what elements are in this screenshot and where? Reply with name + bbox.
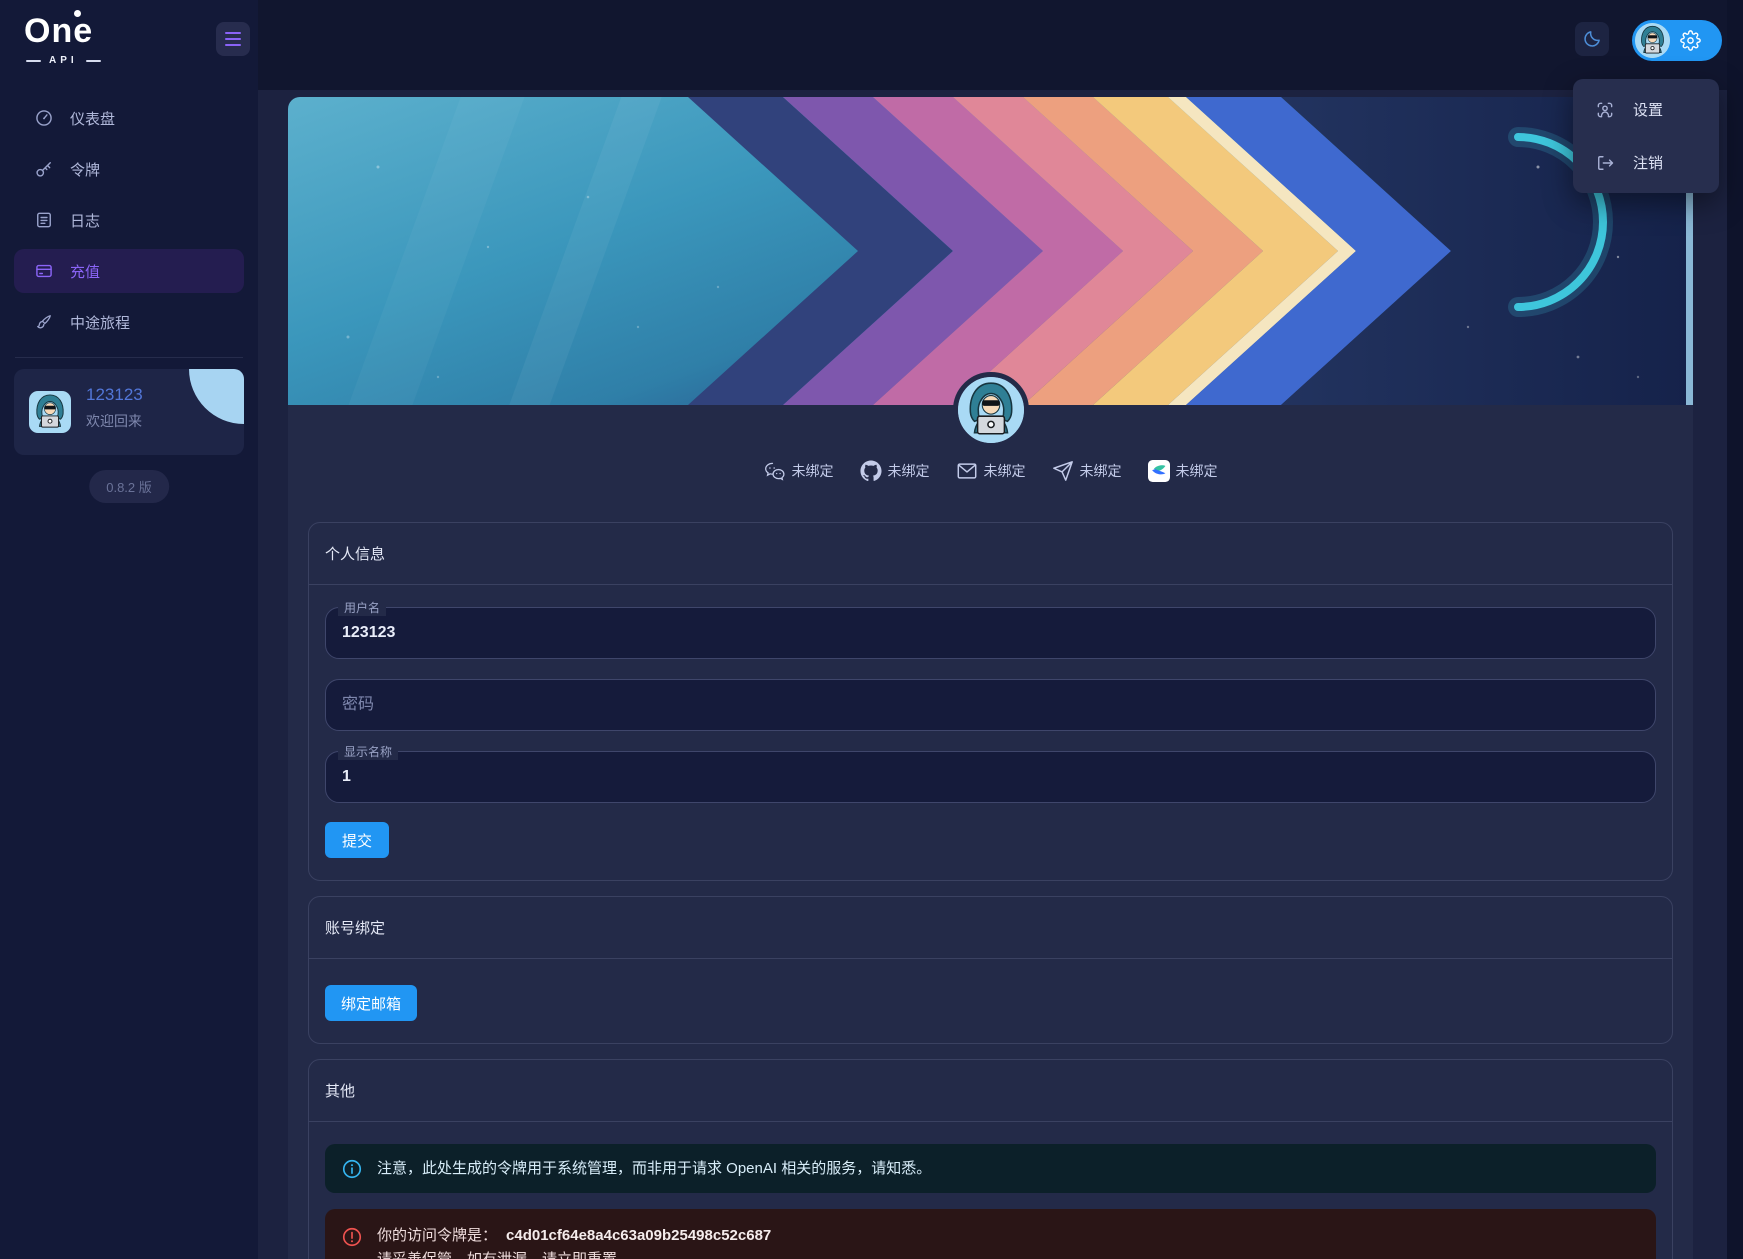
sidebar-item-recharge[interactable]: 充值: [14, 249, 244, 293]
user-menu-button[interactable]: [1632, 20, 1722, 61]
menu-item-settings[interactable]: 设置: [1573, 83, 1719, 136]
token-info-alert: 注意，此处生成的令牌用于系统管理，而非用于请求 OpenAI 相关的服务，请知悉…: [325, 1144, 1656, 1193]
bind-email-button[interactable]: 绑定邮箱: [325, 985, 417, 1021]
github-icon: [860, 460, 882, 482]
user-avatar: [953, 372, 1029, 448]
app-logo: One API: [24, 8, 144, 66]
telegram-icon: [1052, 460, 1074, 482]
log-icon: [34, 210, 54, 230]
sidebar-item-label: 仪表盘: [70, 108, 115, 129]
sidebar: One API 仪表盘 令牌 日志: [0, 0, 258, 1259]
user-settings-icon: [1595, 100, 1615, 120]
moon-icon: [1582, 29, 1602, 49]
sidebar-item-midjourney[interactable]: 中途旅程: [14, 300, 244, 344]
binding-status-label: 未绑定: [792, 461, 834, 481]
binding-lark[interactable]: 未绑定: [1148, 460, 1218, 482]
info-icon: [341, 1158, 363, 1180]
profile-card: 个人信息 用户名 显示名称 提交: [308, 522, 1673, 881]
username-field-wrap: 用户名: [325, 607, 1656, 659]
main-panel: 未绑定 未绑定 未绑定 未绑定 未绑定: [288, 97, 1693, 1259]
binding-wechat[interactable]: 未绑定: [764, 460, 834, 482]
profile-banner-image: [288, 97, 1693, 405]
access-token-prefix: 你的访问令牌是：: [377, 1227, 497, 1244]
wechat-icon: [764, 460, 786, 482]
binding-status-label: 未绑定: [888, 461, 930, 481]
display-name-label: 显示名称: [338, 743, 398, 760]
access-token-alert: 你的访问令牌是： c4d01cf64e8a4c63a09b25498c52c687…: [325, 1209, 1656, 1259]
lark-icon: [1148, 460, 1170, 482]
user-card-decoration: [189, 369, 244, 424]
gauge-icon: [34, 108, 54, 128]
password-field-wrap: [325, 679, 1656, 731]
sidebar-item-tokens[interactable]: 令牌: [14, 147, 244, 191]
access-token-note: 请妥善保管。如有泄漏，请立即重置。: [377, 1248, 771, 1259]
sidebar-divider: [15, 357, 243, 358]
binding-email[interactable]: 未绑定: [956, 460, 1026, 482]
user-avatar: [1635, 23, 1670, 58]
sidebar-nav: 仪表盘 令牌 日志 充值 中途旅程: [14, 96, 244, 351]
menu-item-label: 注销: [1633, 152, 1663, 173]
gear-icon: [1680, 30, 1701, 51]
display-name-field-wrap: 显示名称: [325, 751, 1656, 803]
binding-status-label: 未绑定: [984, 461, 1026, 481]
account-binding-card: 账号绑定 绑定邮箱: [308, 896, 1673, 1044]
error-icon: [341, 1226, 363, 1248]
password-input[interactable]: [326, 680, 1655, 730]
email-icon: [956, 460, 978, 482]
token-info-text: 注意，此处生成的令牌用于系统管理，而非用于请求 OpenAI 相关的服务，请知悉…: [377, 1157, 931, 1180]
scrollbar-track[interactable]: [1727, 0, 1743, 1259]
logo-dot: [74, 10, 81, 17]
user-dropdown-menu: 设置 注销: [1573, 79, 1719, 193]
username-input[interactable]: [326, 608, 1655, 658]
profile-card-title: 个人信息: [309, 523, 1672, 585]
logo-dash: [86, 60, 101, 62]
hamburger-icon: [225, 32, 241, 34]
sidebar-item-label: 充值: [70, 261, 100, 282]
logo-dash: [26, 60, 41, 62]
access-token-text: 你的访问令牌是： c4d01cf64e8a4c63a09b25498c52c687…: [377, 1224, 771, 1259]
user-avatar: [29, 391, 71, 433]
sidebar-item-label: 令牌: [70, 159, 100, 180]
menu-toggle-button[interactable]: [216, 22, 250, 56]
other-card: 其他 注意，此处生成的令牌用于系统管理，而非用于请求 OpenAI 相关的服务，…: [308, 1059, 1673, 1259]
sidebar-item-dashboard[interactable]: 仪表盘: [14, 96, 244, 140]
logout-icon: [1595, 153, 1615, 173]
app-logo-text: One: [24, 8, 144, 54]
access-token-value: c4d01cf64e8a4c63a09b25498c52c687: [506, 1227, 771, 1244]
sidebar-user-card: 123123 欢迎回来: [14, 369, 244, 455]
account-binding-card-title: 账号绑定: [309, 897, 1672, 959]
sidebar-item-logs[interactable]: 日志: [14, 198, 244, 242]
menu-item-logout[interactable]: 注销: [1573, 136, 1719, 189]
key-icon: [34, 159, 54, 179]
binding-status-label: 未绑定: [1080, 461, 1122, 481]
binding-github[interactable]: 未绑定: [860, 460, 930, 482]
sidebar-item-label: 日志: [70, 210, 100, 231]
submit-button[interactable]: 提交: [325, 822, 389, 858]
other-card-title: 其他: [309, 1060, 1672, 1122]
credit-card-icon: [34, 261, 54, 281]
display-name-input[interactable]: [326, 752, 1655, 802]
menu-item-label: 设置: [1633, 99, 1663, 120]
user-card-greeting: 欢迎回来: [86, 411, 142, 431]
user-card-username: 123123: [86, 385, 143, 405]
username-label: 用户名: [338, 599, 386, 616]
version-badge: 0.8.2 版: [89, 470, 169, 503]
account-bindings-row: 未绑定 未绑定 未绑定 未绑定 未绑定: [288, 457, 1693, 485]
binding-telegram[interactable]: 未绑定: [1052, 460, 1122, 482]
app-logo-subtext: API: [49, 55, 78, 66]
sidebar-item-label: 中途旅程: [70, 312, 130, 333]
theme-toggle-button[interactable]: [1575, 22, 1609, 56]
binding-status-label: 未绑定: [1176, 461, 1218, 481]
brush-icon: [34, 312, 54, 332]
